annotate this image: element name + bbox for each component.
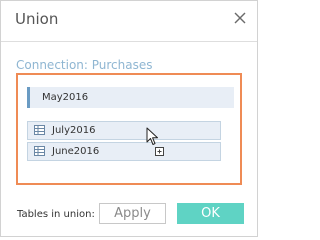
ok-button[interactable]: OK — [177, 203, 244, 224]
primary-table[interactable]: May2016 — [27, 87, 234, 108]
table-icon — [34, 125, 45, 135]
plus-badge-icon — [155, 147, 164, 156]
close-icon[interactable] — [234, 12, 246, 24]
connection-label: Connection: Purchases — [16, 58, 153, 72]
union-table-list: July2016 June2016 — [27, 121, 221, 163]
pointer-cursor-icon — [146, 127, 160, 147]
union-table-row[interactable]: June2016 — [27, 142, 221, 161]
apply-button[interactable]: Apply — [99, 203, 166, 224]
union-dialog: Union Connection: Purchases May2016 July… — [0, 0, 258, 237]
header-divider — [1, 41, 257, 42]
union-drop-zone[interactable]: May2016 July2016 June2016 — [16, 73, 242, 185]
dialog-title: Union — [15, 10, 59, 28]
union-table-name: July2016 — [52, 125, 96, 136]
union-table-row[interactable]: July2016 — [27, 121, 221, 140]
table-icon — [34, 146, 45, 156]
tables-in-union-count: Tables in union: 1 — [17, 209, 105, 220]
union-table-name: June2016 — [52, 146, 100, 157]
